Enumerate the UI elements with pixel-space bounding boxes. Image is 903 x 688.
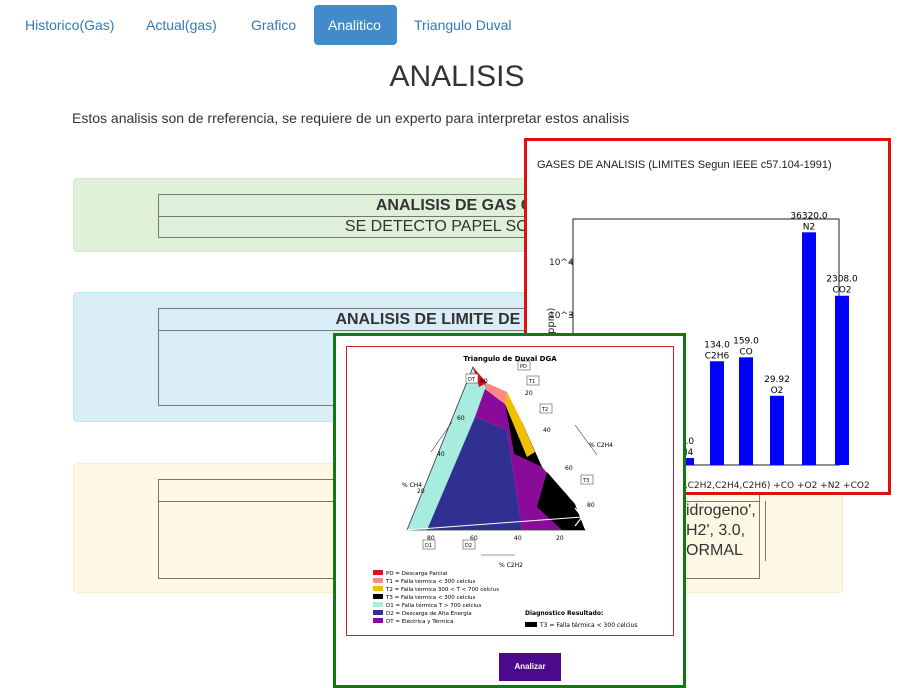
- tick-right: 40: [543, 427, 551, 434]
- tick-right: 60: [565, 465, 573, 472]
- category-label: C2H6: [705, 351, 730, 361]
- duval-title: Triangulo de Duval DGA: [463, 355, 557, 363]
- legend-swatch: [373, 586, 383, 591]
- tick-bottom: 20: [556, 535, 564, 542]
- category-label: CO: [739, 347, 752, 357]
- value-label: 134.0: [704, 340, 730, 350]
- bars-group: 2.0H4134.0C2H6159.0CO29.92O236320.0N2230…: [680, 211, 858, 465]
- third-line-right: ORMAL: [686, 542, 743, 559]
- tab-analitico[interactable]: Analitico: [314, 5, 397, 45]
- diagnosis-swatch: [525, 622, 537, 627]
- tab-historico-gas[interactable]: Historico(Gas): [11, 5, 128, 45]
- tick-right: 20: [525, 390, 533, 397]
- legend-text: PD = Descarga Parcial: [386, 571, 448, 577]
- arrow-c2h4: [574, 424, 598, 456]
- legend-text: T2 = Falla térmica 300 < T < 700 celcius: [385, 586, 499, 593]
- legend-swatch: [373, 602, 383, 607]
- duval-triangle-chart: Triangulo de Duval DGA % CH4 % C2H4 % C2…: [373, 355, 637, 629]
- zone-tag: T3: [582, 478, 589, 484]
- bar-CO: [739, 357, 753, 465]
- duval-legend: PD = Descarga ParcialT1 = Falla térmica …: [373, 570, 499, 625]
- legend-swatch: [373, 594, 383, 599]
- zone-tag: PD: [520, 364, 527, 370]
- zone-tag: T1: [528, 379, 535, 385]
- y-tick-label: 10^4: [549, 258, 574, 268]
- zone-tag: D2: [465, 543, 472, 549]
- nav-tabs: Historico(Gas) Actual(gas) Grafico Anali…: [0, 0, 903, 48]
- tick-left: 40: [437, 451, 445, 458]
- diagnosis-text: T3 = Falla térmica < 300 celcius: [539, 622, 637, 629]
- y-tick-label: 10^3: [549, 311, 574, 321]
- zone-tag: DT: [468, 377, 476, 383]
- x-axis-label: 3,C2H2,C2H4,C2H6) +CO +O2 +N2 +CO2: [679, 481, 870, 491]
- tick-right: 80: [587, 502, 595, 509]
- tab-actual-gas[interactable]: Actual(gas): [132, 5, 231, 45]
- analizar-button[interactable]: Analizar: [499, 653, 561, 681]
- legend-text: D1 = Falla térmica T > 700 celcius: [386, 602, 481, 609]
- bar-O2: [770, 395, 784, 465]
- third-line-right: H2', 3.0,: [686, 522, 746, 539]
- category-label: N2: [803, 222, 815, 232]
- diagnosis-title: Diagnostico Resultado:: [525, 610, 603, 617]
- tick-left: 20: [417, 488, 425, 495]
- legend-text: D2 = Descarga de Alta Energia: [386, 611, 472, 617]
- duval-frame: Triangulo de Duval DGA % CH4 % C2H4 % C2…: [346, 346, 674, 636]
- axis-c2h4-label: % C2H4: [589, 442, 613, 449]
- value-label: 36320.0: [790, 211, 827, 221]
- category-label: CO2: [832, 286, 851, 296]
- zone-tag: T2: [541, 407, 548, 413]
- legend-text: T1 = Falla térmica < 300 celcius: [385, 578, 475, 585]
- value-label: 2308.0: [826, 275, 858, 285]
- tick-left: 80: [480, 378, 488, 385]
- tick-left: 60: [457, 415, 465, 422]
- page-subtitle: Estos analisis son de rreferencia, se re…: [72, 110, 630, 126]
- category-label: O2: [771, 386, 784, 396]
- legend-swatch: [373, 610, 383, 615]
- legend-swatch: [373, 618, 383, 623]
- bar-N2: [802, 232, 816, 465]
- tab-triangulo-duval[interactable]: Triangulo Duval: [400, 5, 526, 45]
- legend-swatch: [373, 578, 383, 583]
- bar-C2H6: [710, 361, 724, 465]
- duval-popup[interactable]: Triangulo de Duval DGA % CH4 % C2H4 % C2…: [333, 333, 686, 688]
- legend-swatch: [373, 570, 383, 575]
- tick-bottom: 40: [514, 535, 522, 542]
- third-line-right: idrogeno',: [686, 502, 756, 519]
- legend-text: T3 = Falla térmica < 300 celcius: [385, 594, 475, 601]
- tab-grafico[interactable]: Grafico: [237, 5, 310, 45]
- legend-text: DT = Eléctrica y Térmica: [386, 618, 453, 625]
- zone-tag: D1: [425, 543, 432, 549]
- value-label: 29.92: [764, 375, 790, 385]
- bar-CO2: [835, 295, 849, 465]
- axis-c2h2-label: % C2H2: [499, 562, 523, 569]
- third-analysis-overflow: idrogeno', H2', 3.0, ORMAL: [686, 501, 766, 561]
- page-title: ANALISIS: [389, 60, 525, 93]
- value-label: 159.0: [733, 336, 759, 346]
